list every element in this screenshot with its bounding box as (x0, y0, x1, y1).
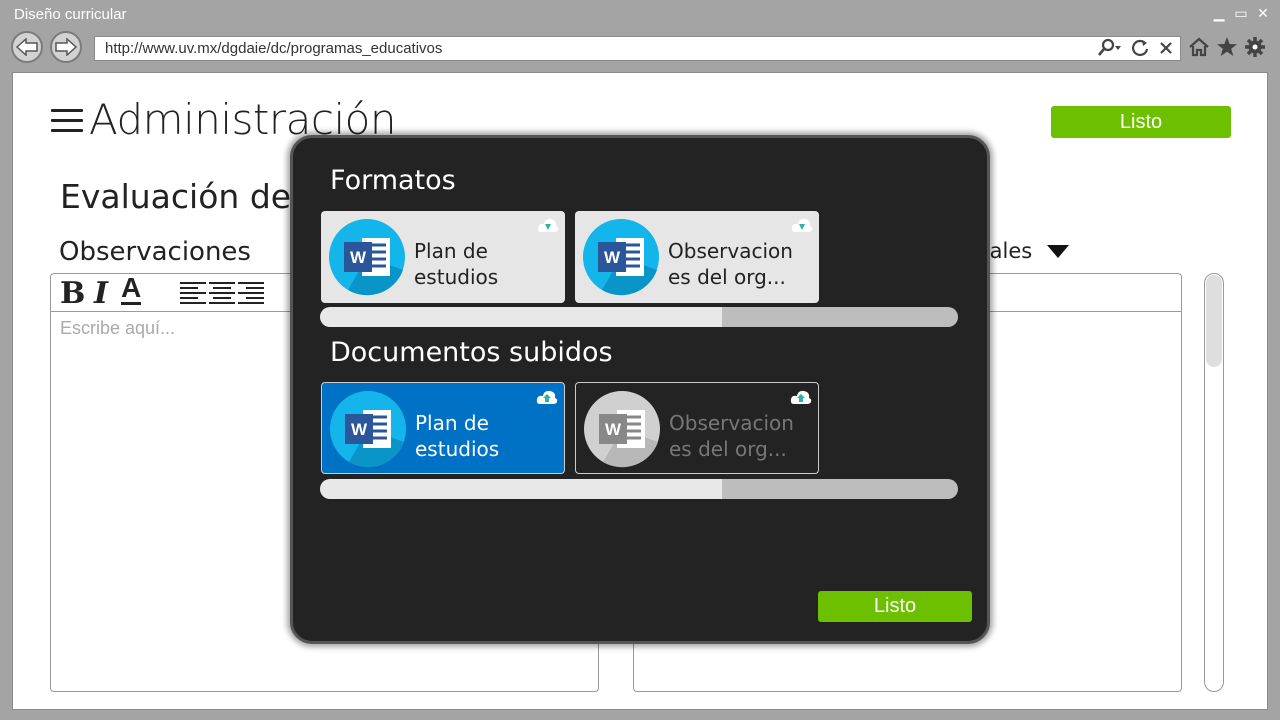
uploaded-progress-bar (320, 479, 958, 499)
uploaded-card-label: Plan de estudios (415, 411, 500, 461)
svg-text:W: W (605, 420, 622, 439)
svg-text:W: W (604, 248, 621, 267)
download-icon[interactable] (537, 216, 559, 234)
window-titlebar: Diseño curricular ▁ ▭ ✕ (0, 0, 1280, 30)
align-center-icon[interactable] (209, 282, 235, 304)
search-icon[interactable] (1096, 38, 1122, 58)
uploaded-card-plan[interactable]: W Plan de estudios (321, 382, 565, 474)
scrollbar-thumb[interactable] (1206, 275, 1222, 367)
upload-cloud-icon[interactable] (536, 388, 558, 406)
minimize-icon[interactable]: ▁ (1212, 5, 1226, 23)
forward-arrow-icon (55, 38, 77, 56)
modal-done-button[interactable]: Listo (818, 591, 972, 622)
editor-placeholder[interactable]: Escribe aquí... (60, 318, 175, 339)
formats-progress-bar (320, 307, 958, 327)
address-bar[interactable]: http://www.uv.mx/dgdaie/dc/programas_edu… (94, 36, 1181, 61)
uploaded-card-label: Observacion es del org... (669, 411, 794, 461)
refresh-icon[interactable] (1130, 38, 1150, 58)
svg-text:W: W (350, 248, 367, 267)
font-color-button[interactable]: A (121, 274, 142, 305)
uploaded-card-observaciones[interactable]: W Observacion es del org... (575, 382, 819, 474)
stop-icon[interactable] (1158, 40, 1174, 56)
back-button[interactable] (11, 31, 43, 63)
star-icon[interactable] (1216, 36, 1238, 58)
download-icon[interactable] (791, 216, 813, 234)
uploaded-title: Documentos subidos (330, 337, 613, 368)
url-text[interactable]: http://www.uv.mx/dgdaie/dc/programas_edu… (105, 40, 442, 57)
align-left-icon[interactable] (180, 282, 206, 304)
word-icon: W (330, 391, 406, 468)
bold-button[interactable]: B (60, 276, 85, 311)
word-icon: W (329, 219, 405, 296)
forward-button[interactable] (50, 31, 82, 63)
menu-icon[interactable] (51, 109, 83, 133)
svg-text:W: W (351, 420, 368, 439)
vertical-scrollbar[interactable] (1204, 273, 1224, 692)
chevron-down-icon[interactable] (1047, 245, 1069, 258)
progress-fill (320, 479, 722, 499)
back-arrow-icon (16, 38, 38, 56)
window-controls: ▁ ▭ ✕ (1212, 5, 1270, 23)
word-icon: W (583, 219, 659, 296)
window-title: Diseño curricular (14, 6, 127, 23)
upload-cloud-icon[interactable] (790, 388, 812, 406)
browser-toolbar-icons (1188, 36, 1266, 58)
close-icon[interactable]: ✕ (1256, 5, 1270, 23)
progress-fill (320, 307, 722, 327)
format-card-label: Plan de estudios (414, 239, 499, 289)
format-card-plan[interactable]: W Plan de estudios (321, 211, 565, 303)
home-icon[interactable] (1188, 36, 1210, 58)
gear-icon[interactable] (1244, 36, 1266, 58)
address-bar-icons (1096, 38, 1174, 58)
maximize-icon[interactable]: ▭ (1234, 5, 1248, 23)
documents-modal: Formatos W Plan de estudios W Observacion… (290, 135, 990, 644)
section-title: Evaluación del (60, 177, 301, 216)
word-icon: W (584, 391, 660, 468)
italic-button[interactable]: I (94, 276, 108, 311)
done-button[interactable]: Listo (1051, 106, 1231, 138)
observations-title: Observaciones (59, 237, 251, 267)
format-card-label: Observacion es del org... (668, 239, 793, 289)
align-right-icon[interactable] (238, 282, 264, 304)
format-card-observaciones[interactable]: W Observacion es del org... (575, 211, 819, 303)
formats-title: Formatos (330, 165, 456, 196)
